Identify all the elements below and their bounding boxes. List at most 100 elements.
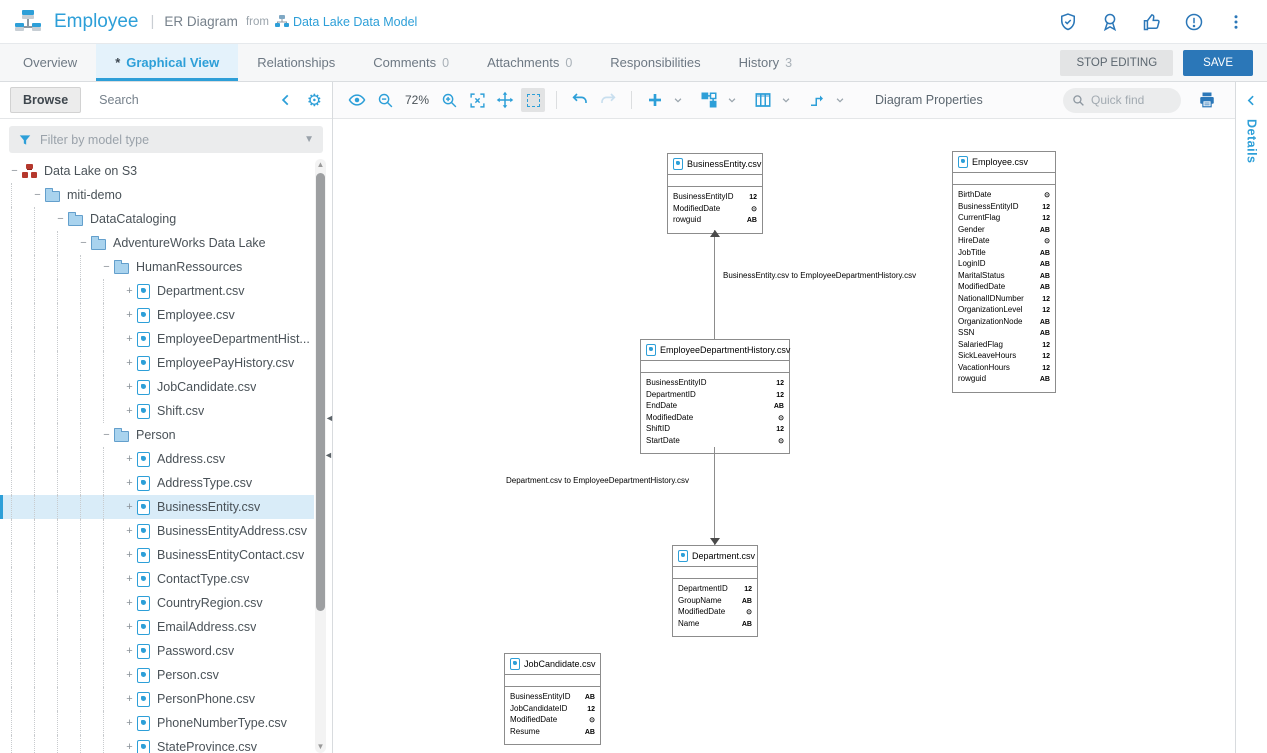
tree-item-address-csv[interactable]: +Address.csv	[0, 447, 314, 471]
attribute-row-maritalstatus[interactable]: MaritalStatusAB	[958, 271, 1050, 283]
attribute-row-ssn[interactable]: SSNAB	[958, 328, 1050, 340]
expand-node-icon[interactable]: +	[122, 693, 137, 705]
expand-node-icon[interactable]: +	[122, 333, 137, 345]
tree-item-emailaddress-csv[interactable]: +EmailAddress.csv	[0, 615, 314, 639]
tab-graphical-view[interactable]: *Graphical View	[96, 44, 238, 81]
attribute-row-modifieddate[interactable]: ModifiedDate⊙	[646, 413, 784, 425]
attribute-row-departmentid[interactable]: DepartmentID12	[646, 390, 784, 402]
attribute-row-sickleavehours[interactable]: SickLeaveHours12	[958, 351, 1050, 363]
expand-node-icon[interactable]: +	[122, 477, 137, 489]
expand-details-chevron-icon[interactable]	[1245, 94, 1258, 107]
expand-node-icon[interactable]: +	[122, 453, 137, 465]
zoom-out-icon[interactable]	[373, 88, 397, 112]
tree-item-addresstype-csv[interactable]: +AddressType.csv	[0, 471, 314, 495]
auto-layout-chevron-icon[interactable]	[725, 88, 739, 112]
connector-style-icon[interactable]	[805, 88, 829, 112]
add-entity-icon[interactable]	[643, 88, 667, 112]
tab-attachments[interactable]: Attachments0	[468, 44, 591, 81]
tree-item-countryregion-csv[interactable]: +CountryRegion.csv	[0, 591, 314, 615]
collapse-panel-chevron-icon[interactable]	[279, 93, 293, 107]
attribute-row-businessentityid[interactable]: BusinessEntityID12	[646, 378, 784, 390]
tree-item-employee-csv[interactable]: +Employee.csv	[0, 303, 314, 327]
attribute-row-enddate[interactable]: EndDateAB	[646, 401, 784, 413]
tree-item-datacataloging[interactable]: −DataCataloging	[0, 207, 314, 231]
tab-responsibilities[interactable]: Responsibilities	[591, 44, 719, 81]
attribute-row-gender[interactable]: GenderAB	[958, 225, 1050, 237]
tree-item-employeepayhistory-csv[interactable]: +EmployeePayHistory.csv	[0, 351, 314, 375]
entity-businessentity-csv[interactable]: BusinessEntity.csvBusinessEntityID12Modi…	[667, 153, 763, 234]
tree-item-data-lake-on-s3[interactable]: −Data Lake on S3	[0, 159, 314, 183]
save-button[interactable]: SAVE	[1183, 50, 1253, 76]
tree-item-employeedepartmenthist[interactable]: +EmployeeDepartmentHist...	[0, 327, 314, 351]
attribute-row-groupname[interactable]: GroupNameAB	[678, 596, 752, 608]
entity-employee-csv[interactable]: Employee.csvBirthDate⊙BusinessEntityID12…	[952, 151, 1056, 393]
collapse-node-icon[interactable]: −	[30, 189, 45, 201]
attribute-row-jobcandidateid[interactable]: JobCandidateID12	[510, 704, 595, 716]
relationship-label[interactable]: BusinessEntity.csv to EmployeeDepartment…	[721, 271, 918, 280]
tree-item-stateprovince-csv[interactable]: +StateProvince.csv	[0, 735, 314, 753]
scroll-up-icon[interactable]: ▲	[315, 159, 326, 171]
tree-item-adventureworks-data-lake[interactable]: −AdventureWorks Data Lake	[0, 231, 314, 255]
preview-eye-icon[interactable]	[345, 88, 369, 112]
expand-node-icon[interactable]: +	[122, 549, 137, 561]
entity-header[interactable]: BusinessEntity.csv	[668, 154, 762, 175]
quick-find-box[interactable]	[1063, 88, 1181, 113]
entity-header[interactable]: EmployeeDepartmentHistory.csv	[641, 340, 789, 361]
tree-item-businessentity-csv[interactable]: +BusinessEntity.csv	[0, 495, 314, 519]
tab-comments[interactable]: Comments0	[354, 44, 468, 81]
certify-shield-icon[interactable]	[1057, 11, 1079, 33]
tree-item-contacttype-csv[interactable]: +ContactType.csv	[0, 567, 314, 591]
expand-node-icon[interactable]: +	[122, 357, 137, 369]
attribute-row-rowguid[interactable]: rowguidAB	[673, 215, 757, 227]
attribute-row-jobtitle[interactable]: JobTitleAB	[958, 248, 1050, 260]
expand-node-icon[interactable]: +	[122, 717, 137, 729]
gear-icon[interactable]: ⚙	[307, 92, 322, 109]
stop-editing-button[interactable]: STOP EDITING	[1060, 50, 1173, 76]
expand-node-icon[interactable]: +	[122, 381, 137, 393]
expand-node-icon[interactable]: +	[122, 405, 137, 417]
attribute-row-shiftid[interactable]: ShiftID12	[646, 424, 784, 436]
expand-node-icon[interactable]: +	[122, 645, 137, 657]
attribute-row-birthdate[interactable]: BirthDate⊙	[958, 190, 1050, 202]
undo-icon[interactable]	[568, 88, 592, 112]
tree-item-person-csv[interactable]: +Person.csv	[0, 663, 314, 687]
expand-node-icon[interactable]: +	[122, 573, 137, 585]
attribute-row-nationalidnumber[interactable]: NationalIDNumber12	[958, 294, 1050, 306]
collapse-node-icon[interactable]: −	[53, 213, 68, 225]
expand-node-icon[interactable]: +	[122, 525, 137, 537]
tree-item-phonenumbertype-csv[interactable]: +PhoneNumberType.csv	[0, 711, 314, 735]
collapse-node-icon[interactable]: −	[76, 237, 91, 249]
attribute-row-startdate[interactable]: StartDate⊙	[646, 436, 784, 448]
attribute-row-modifieddate[interactable]: ModifiedDateAB	[958, 282, 1050, 294]
attribute-row-hiredate[interactable]: HireDate⊙	[958, 236, 1050, 248]
quick-find-input[interactable]	[1091, 93, 1171, 107]
alert-circle-icon[interactable]	[1183, 11, 1205, 33]
thumbs-up-icon[interactable]	[1141, 11, 1163, 33]
kebab-menu-icon[interactable]	[1225, 11, 1247, 33]
collapse-node-icon[interactable]: −	[7, 165, 22, 177]
entity-header[interactable]: Department.csv	[673, 546, 757, 567]
tree-item-password-csv[interactable]: +Password.csv	[0, 639, 314, 663]
tree-item-miti-demo[interactable]: −miti-demo	[0, 183, 314, 207]
relationship-label[interactable]: Department.csv to EmployeeDepartmentHist…	[504, 476, 691, 485]
tree-item-person[interactable]: −Person	[0, 423, 314, 447]
attribute-row-rowguid[interactable]: rowguidAB	[958, 374, 1050, 386]
attribute-row-salariedflag[interactable]: SalariedFlag12	[958, 340, 1050, 352]
search-tab[interactable]: Search	[85, 88, 153, 112]
model-link[interactable]: Data Lake Data Model	[293, 15, 417, 29]
attribute-row-modifieddate[interactable]: ModifiedDate⊙	[510, 715, 595, 727]
attribute-row-name[interactable]: NameAB	[678, 619, 752, 631]
expand-node-icon[interactable]: +	[122, 597, 137, 609]
attribute-row-businessentityid[interactable]: BusinessEntityID12	[958, 202, 1050, 214]
award-ribbon-icon[interactable]	[1099, 11, 1121, 33]
details-panel-tab[interactable]: Details	[1235, 82, 1267, 753]
zoom-level[interactable]: 72%	[401, 93, 433, 107]
print-icon[interactable]	[1195, 88, 1219, 112]
diagram-properties-label[interactable]: Diagram Properties	[875, 93, 983, 107]
expand-node-icon[interactable]: +	[122, 741, 137, 753]
scroll-down-icon[interactable]: ▼	[315, 741, 326, 753]
attribute-row-resume[interactable]: ResumeAB	[510, 727, 595, 739]
expand-node-icon[interactable]: +	[122, 621, 137, 633]
entity-department-csv[interactable]: Department.csvDepartmentID12GroupNameABM…	[672, 545, 758, 637]
relationship-line[interactable]	[714, 230, 715, 339]
